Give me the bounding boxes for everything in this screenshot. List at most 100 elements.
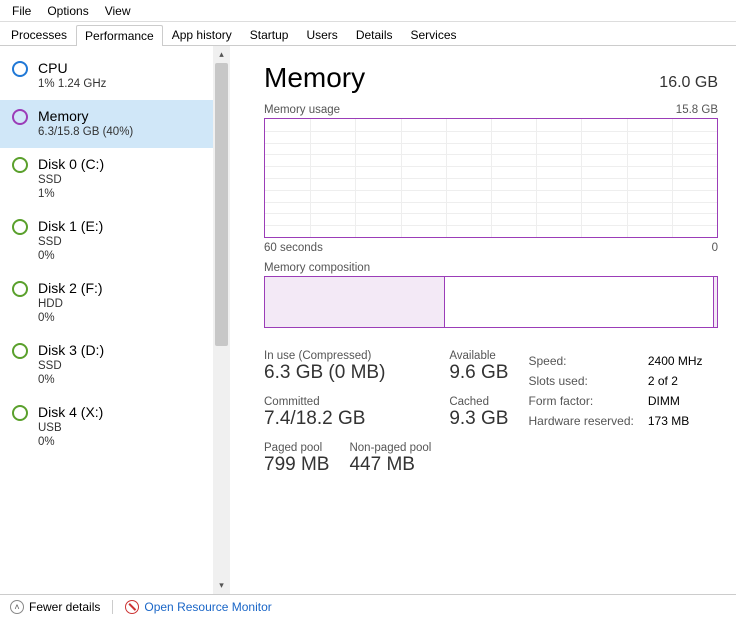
sidebar: CPU 1% 1.24 GHz Memory 6.3/15.8 GB (40%) Dis… xyxy=(0,46,230,594)
stat-available: Available 9.6 GB xyxy=(449,350,508,384)
disk-icon xyxy=(12,281,28,297)
sidebar-item-sub: SSD xyxy=(38,360,104,372)
page-title: Memory xyxy=(264,62,365,94)
composition-reserved xyxy=(713,277,717,327)
sidebar-item-sub2: 0% xyxy=(38,250,103,262)
stat-committed-value: 7.4/18.2 GB xyxy=(264,408,431,430)
footer-separator xyxy=(112,600,113,614)
stat-nonpaged: Non-paged pool 447 MB xyxy=(349,442,431,476)
stat-paged-value: 799 MB xyxy=(264,454,329,476)
sidebar-item-disk-3-d[interactable]: Disk 3 (D:) SSD 0% xyxy=(0,334,213,396)
sidebar-item-disk-4-x[interactable]: Disk 4 (X:) USB 0% xyxy=(0,396,213,458)
kv-form-value: DIMM xyxy=(648,392,703,410)
sidebar-item-sub2: 0% xyxy=(38,374,104,386)
stat-nonpaged-label: Non-paged pool xyxy=(349,442,431,454)
sidebar-item-sub: HDD xyxy=(38,298,103,310)
stat-committed: Committed 7.4/18.2 GB xyxy=(264,396,431,430)
stat-committed-label: Committed xyxy=(264,396,431,408)
cpu-icon xyxy=(12,61,28,77)
tab-startup[interactable]: Startup xyxy=(241,24,298,45)
usage-line xyxy=(265,119,717,238)
sidebar-item-sub: 1% 1.24 GHz xyxy=(38,78,106,90)
composition-used xyxy=(265,277,445,327)
open-resource-monitor-link[interactable]: Open Resource Monitor xyxy=(125,600,271,614)
tab-users[interactable]: Users xyxy=(297,24,346,45)
chevron-up-icon: ˄ xyxy=(10,600,24,614)
sidebar-item-title: Memory xyxy=(38,108,133,124)
stat-nonpaged-value: 447 MB xyxy=(349,454,431,476)
sidebar-item-sub: USB xyxy=(38,422,103,434)
sidebar-item-title: CPU xyxy=(38,60,106,76)
stat-paged-label: Paged pool xyxy=(264,442,329,454)
stat-available-value: 9.6 GB xyxy=(449,362,508,384)
mem-icon xyxy=(12,109,28,125)
axis-right: 0 xyxy=(712,242,718,254)
stat-inuse-value: 6.3 GB (0 MB) xyxy=(264,362,431,384)
scroll-up-icon[interactable]: ▴ xyxy=(213,46,230,63)
memory-details-table: Speed:2400 MHz Slots used:2 of 2 Form fa… xyxy=(526,350,704,432)
disk-icon xyxy=(12,405,28,421)
sidebar-item-title: Disk 2 (F:) xyxy=(38,280,103,296)
sidebar-scrollbar[interactable]: ▴ ▾ xyxy=(213,46,230,594)
sidebar-item-sub: SSD xyxy=(38,174,104,186)
disk-icon xyxy=(12,219,28,235)
scroll-down-icon[interactable]: ▾ xyxy=(213,577,230,594)
kv-form-label: Form factor: xyxy=(528,392,645,410)
tab-app-history[interactable]: App history xyxy=(163,24,241,45)
menu-file[interactable]: File xyxy=(4,2,39,20)
sidebar-list: CPU 1% 1.24 GHz Memory 6.3/15.8 GB (40%) Dis… xyxy=(0,46,213,594)
sidebar-item-title: Disk 4 (X:) xyxy=(38,404,103,420)
kv-slots-value: 2 of 2 xyxy=(648,372,703,390)
stat-cached: Cached 9.3 GB xyxy=(449,396,508,430)
stat-cached-value: 9.3 GB xyxy=(449,408,508,430)
stat-available-label: Available xyxy=(449,350,508,362)
footer: ˄ Fewer details Open Resource Monitor xyxy=(0,594,736,619)
fewer-details-label: Fewer details xyxy=(29,600,100,614)
tab-details[interactable]: Details xyxy=(347,24,402,45)
tabs: ProcessesPerformanceApp historyStartupUs… xyxy=(0,22,736,46)
main-panel: Memory 16.0 GB Memory usage 15.8 GB 60 s… xyxy=(230,46,736,594)
stat-paged: Paged pool 799 MB xyxy=(264,442,329,476)
stat-inuse: In use (Compressed) 6.3 GB (0 MB) xyxy=(264,350,431,384)
sidebar-item-sub: SSD xyxy=(38,236,103,248)
stat-cached-label: Cached xyxy=(449,396,508,408)
disk-icon xyxy=(12,343,28,359)
kv-hw-label: Hardware reserved: xyxy=(528,412,645,430)
sidebar-item-sub2: 1% xyxy=(38,188,104,200)
composition-label: Memory composition xyxy=(264,262,370,274)
tab-performance[interactable]: Performance xyxy=(76,25,163,46)
sidebar-item-title: Disk 0 (C:) xyxy=(38,156,104,172)
kv-slots-label: Slots used: xyxy=(528,372,645,390)
sidebar-item-disk-2-f[interactable]: Disk 2 (F:) HDD 0% xyxy=(0,272,213,334)
sidebar-item-title: Disk 1 (E:) xyxy=(38,218,103,234)
resource-monitor-icon xyxy=(125,600,139,614)
composition-free xyxy=(445,277,713,327)
memory-composition-chart xyxy=(264,276,718,328)
sidebar-item-cpu[interactable]: CPU 1% 1.24 GHz xyxy=(0,52,213,100)
scroll-thumb[interactable] xyxy=(213,63,230,577)
usage-chart-label: Memory usage xyxy=(264,104,340,116)
sidebar-item-title: Disk 3 (D:) xyxy=(38,342,104,358)
memory-capacity: 16.0 GB xyxy=(659,74,718,92)
sidebar-item-memory[interactable]: Memory 6.3/15.8 GB (40%) xyxy=(0,100,213,148)
sidebar-item-sub: 6.3/15.8 GB (40%) xyxy=(38,126,133,138)
memory-usage-chart xyxy=(264,118,718,238)
kv-speed-value: 2400 MHz xyxy=(648,352,703,370)
disk-icon xyxy=(12,157,28,173)
menubar: FileOptionsView xyxy=(0,0,736,22)
fewer-details-button[interactable]: ˄ Fewer details xyxy=(10,600,100,614)
menu-view[interactable]: View xyxy=(97,2,139,20)
resource-monitor-label: Open Resource Monitor xyxy=(144,600,271,614)
tab-services[interactable]: Services xyxy=(402,24,466,45)
sidebar-item-sub2: 0% xyxy=(38,436,103,448)
stat-inuse-label: In use (Compressed) xyxy=(264,350,431,362)
kv-hw-value: 173 MB xyxy=(648,412,703,430)
menu-options[interactable]: Options xyxy=(39,2,96,20)
kv-speed-label: Speed: xyxy=(528,352,645,370)
usage-chart-max: 15.8 GB xyxy=(676,104,718,116)
tab-processes[interactable]: Processes xyxy=(2,24,76,45)
sidebar-item-disk-0-c[interactable]: Disk 0 (C:) SSD 1% xyxy=(0,148,213,210)
sidebar-item-sub2: 0% xyxy=(38,312,103,324)
axis-left: 60 seconds xyxy=(264,242,323,254)
sidebar-item-disk-1-e[interactable]: Disk 1 (E:) SSD 0% xyxy=(0,210,213,272)
